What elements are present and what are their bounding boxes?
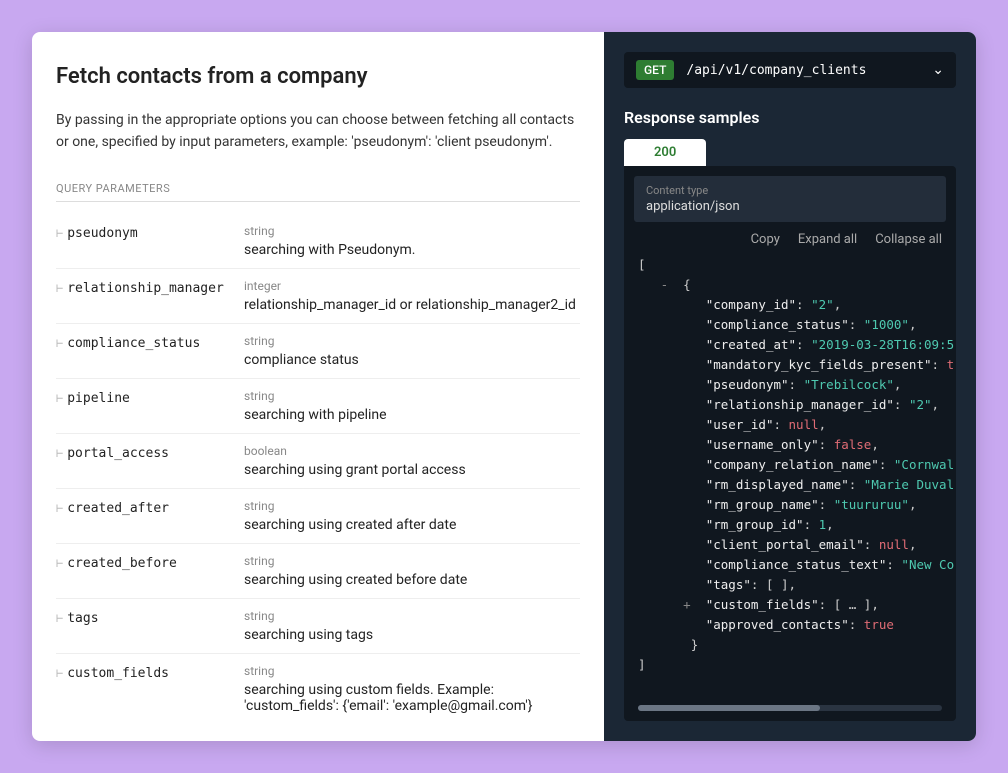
param-desc: searching using grant portal access bbox=[244, 462, 580, 478]
param-name: pseudonym bbox=[67, 226, 137, 241]
param-type: string bbox=[244, 664, 580, 678]
query-params-label: QUERY PARAMETERS bbox=[56, 182, 580, 202]
tree-marker-icon: ⊢ bbox=[56, 336, 61, 350]
collapse-all-button[interactable]: Collapse all bbox=[875, 232, 942, 247]
expand-all-button[interactable]: Expand all bbox=[798, 232, 857, 247]
param-row: ⊢ compliance_status string compliance statu… bbox=[56, 324, 580, 379]
json-actions: Copy Expand all Collapse all bbox=[624, 232, 956, 255]
tree-marker-icon: ⊢ bbox=[56, 611, 61, 625]
param-row: ⊢ tags string searching using tags bbox=[56, 599, 580, 654]
param-row: ⊢ relationship_manager integer relationship… bbox=[56, 269, 580, 324]
param-row: ⊢ portal_access boolean searching using gra… bbox=[56, 434, 580, 489]
content-type-value: application/json bbox=[646, 199, 934, 214]
response-samples-title: Response samples bbox=[624, 108, 956, 127]
param-desc: searching using created before date bbox=[244, 572, 580, 588]
param-row: ⊢ created_after string searching using cre… bbox=[56, 489, 580, 544]
tree-marker-icon: ⊢ bbox=[56, 281, 61, 295]
param-desc: relationship_manager_id or relationship_… bbox=[244, 297, 580, 313]
doc-content: Fetch contacts from a company By passing… bbox=[32, 32, 604, 741]
param-type: string bbox=[244, 554, 580, 568]
param-row: ⊢ custom_fields string searching using cust… bbox=[56, 654, 580, 724]
param-name: custom_fields bbox=[67, 666, 169, 681]
param-type: string bbox=[244, 224, 580, 238]
samples-panel: GET /api/v1/company_clients ⌄ Response s… bbox=[604, 32, 976, 741]
tree-marker-icon: ⊢ bbox=[56, 501, 61, 515]
horizontal-scrollbar[interactable] bbox=[638, 705, 942, 711]
tree-marker-icon: ⊢ bbox=[56, 556, 61, 570]
param-desc: compliance status bbox=[244, 352, 580, 368]
tree-marker-icon: ⊢ bbox=[56, 226, 61, 240]
param-row: ⊢ created_before string searching using cr… bbox=[56, 544, 580, 599]
param-desc: searching with pipeline bbox=[244, 407, 580, 423]
param-name: relationship_manager bbox=[67, 281, 224, 296]
param-desc: searching using custom fields. Example: … bbox=[244, 682, 580, 714]
param-name: created_after bbox=[67, 501, 169, 516]
copy-button[interactable]: Copy bbox=[751, 232, 780, 247]
tree-marker-icon: ⊢ bbox=[56, 446, 61, 460]
scrollbar-thumb[interactable] bbox=[638, 705, 820, 711]
param-type: integer bbox=[244, 279, 580, 293]
json-snippet: [ - { "company_id": "2", "compliance_sta… bbox=[624, 255, 956, 705]
param-type: boolean bbox=[244, 444, 580, 458]
param-desc: searching using tags bbox=[244, 627, 580, 643]
param-type: string bbox=[244, 609, 580, 623]
method-badge: GET bbox=[636, 60, 674, 80]
param-name: portal_access bbox=[67, 446, 169, 461]
param-row: ⊢ pipeline string searching with pipeline bbox=[56, 379, 580, 434]
response-body: Content type application/json Copy Expan… bbox=[624, 166, 956, 721]
tree-marker-icon: ⊢ bbox=[56, 666, 61, 680]
content-type-label: Content type bbox=[646, 184, 934, 197]
param-row: ⊢ pseudonym string searching with Pseudonym… bbox=[56, 214, 580, 269]
tree-marker-icon: ⊢ bbox=[56, 391, 61, 405]
param-name: created_before bbox=[67, 556, 177, 571]
api-doc-panel: Fetch contacts from a company By passing… bbox=[32, 32, 976, 741]
param-type: string bbox=[244, 499, 580, 513]
endpoint-selector[interactable]: GET /api/v1/company_clients ⌄ bbox=[624, 52, 956, 88]
param-desc: searching using created after date bbox=[244, 517, 580, 533]
param-name: tags bbox=[67, 611, 98, 626]
param-desc: searching with Pseudonym. bbox=[244, 242, 580, 258]
param-name: compliance_status bbox=[67, 336, 200, 351]
description: By passing in the appropriate options yo… bbox=[56, 109, 580, 154]
param-name: pipeline bbox=[67, 391, 130, 406]
param-type: string bbox=[244, 334, 580, 348]
param-type: string bbox=[244, 389, 580, 403]
content-type-box: Content type application/json bbox=[634, 176, 946, 222]
params-table: ⊢ pseudonym string searching with Pseudonym… bbox=[56, 214, 580, 724]
chevron-down-icon: ⌄ bbox=[932, 62, 944, 78]
status-tab-200[interactable]: 200 bbox=[624, 139, 706, 166]
page-title: Fetch contacts from a company bbox=[56, 64, 580, 89]
endpoint-path: /api/v1/company_clients bbox=[686, 63, 932, 78]
